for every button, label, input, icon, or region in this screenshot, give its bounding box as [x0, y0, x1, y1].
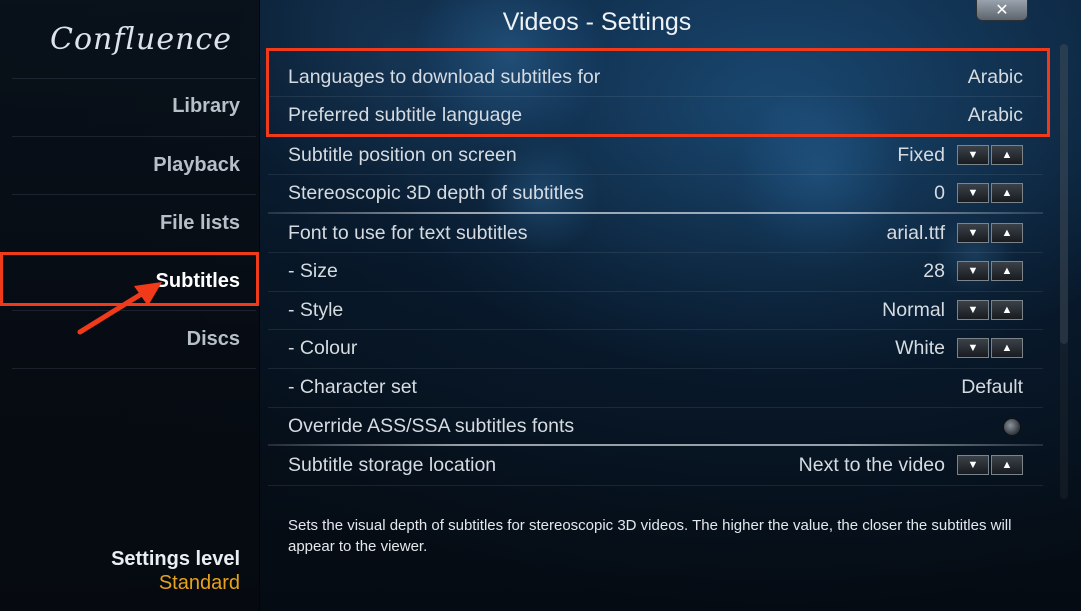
spinner-down-button[interactable]: ▼ [957, 145, 989, 165]
value-spinner: ▼ ▲ [957, 300, 1023, 320]
setting-row-character-set[interactable]: - Character set Default [268, 368, 1043, 406]
setting-label: Stereoscopic 3D depth of subtitles [288, 182, 584, 204]
sidebar-item-playback[interactable]: Playback [153, 154, 240, 177]
spinner-up-button[interactable]: ▲ [991, 300, 1023, 320]
setting-row-subtitle-font[interactable]: Font to use for text subtitles arial.ttf… [268, 214, 1043, 252]
setting-value: Normal [882, 299, 945, 321]
setting-value: Next to the video [798, 454, 945, 476]
radio-toggle[interactable] [1003, 418, 1021, 436]
setting-label: Font to use for text subtitles [288, 222, 528, 244]
sidebar-divider [12, 78, 256, 79]
value-spinner: ▼ ▲ [957, 338, 1023, 358]
spinner-up-button[interactable]: ▲ [991, 223, 1023, 243]
spinner-down-button[interactable]: ▼ [957, 183, 989, 203]
setting-value: 0 [934, 182, 945, 204]
spinner-up-button[interactable]: ▲ [991, 261, 1023, 281]
page-title: Videos - Settings [502, 8, 692, 36]
setting-value: White [895, 337, 945, 359]
setting-label: - Size [288, 260, 338, 282]
setting-row-font-style[interactable]: - Style Normal ▼ ▲ [268, 291, 1043, 329]
scrollbar-thumb[interactable] [1060, 44, 1068, 344]
settings-level-value[interactable]: Standard [159, 572, 240, 595]
setting-description: Sets the visual depth of subtitles for s… [288, 517, 1012, 555]
setting-row-storage-location[interactable]: Subtitle storage location Next to the vi… [268, 446, 1043, 484]
setting-label: Subtitle position on screen [288, 144, 517, 166]
spinner-up-button[interactable]: ▲ [991, 455, 1023, 475]
annotation-box-languages [266, 48, 1050, 137]
sidebar-item-file-lists[interactable]: File lists [160, 212, 240, 235]
setting-value: 28 [923, 260, 945, 282]
value-spinner: ▼ ▲ [957, 183, 1023, 203]
setting-value: Fixed [897, 144, 945, 166]
confluence-logo: Confluence [50, 22, 232, 57]
spinner-down-button[interactable]: ▼ [957, 338, 989, 358]
close-icon: ✕ [995, 0, 1009, 19]
setting-label: - Style [288, 299, 344, 321]
setting-row-font-colour[interactable]: - Colour White ▼ ▲ [268, 329, 1043, 367]
sidebar-divider [12, 194, 256, 195]
setting-label: - Character set [288, 376, 417, 398]
annotation-arrow [77, 282, 162, 335]
value-spinner: ▼ ▲ [957, 223, 1023, 243]
value-spinner: ▼ ▲ [957, 455, 1023, 475]
value-spinner: ▼ ▲ [957, 145, 1023, 165]
setting-row-override-ass-fonts[interactable]: Override ASS/SSA subtitles fonts [268, 407, 1043, 445]
spinner-down-button[interactable]: ▼ [957, 261, 989, 281]
setting-row-stereoscopic-depth[interactable]: Stereoscopic 3D depth of subtitles 0 ▼ ▲ [268, 174, 1043, 212]
kodi-settings-screen: Confluence Library Playback File lists S… [0, 0, 1081, 611]
settings-level-label[interactable]: Settings level [111, 548, 240, 571]
setting-row-subtitle-position[interactable]: Subtitle position on screen Fixed ▼ ▲ [268, 136, 1043, 174]
spinner-down-button[interactable]: ▼ [957, 223, 989, 243]
spinner-down-button[interactable]: ▼ [957, 455, 989, 475]
sidebar-item-discs[interactable]: Discs [187, 328, 240, 351]
spinner-up-button[interactable]: ▲ [991, 145, 1023, 165]
setting-label: Subtitle storage location [288, 454, 497, 476]
scrollbar[interactable] [1060, 44, 1068, 499]
spinner-down-button[interactable]: ▼ [957, 300, 989, 320]
setting-value: Default [961, 376, 1023, 398]
sidebar-item-library[interactable]: Library [172, 95, 240, 118]
setting-label: Override ASS/SSA subtitles fonts [288, 415, 575, 437]
setting-row-font-size[interactable]: - Size 28 ▼ ▲ [268, 252, 1043, 290]
sidebar-divider [12, 136, 256, 137]
spinner-up-button[interactable]: ▲ [991, 183, 1023, 203]
sidebar-divider [12, 368, 256, 369]
setting-label: - Colour [288, 337, 358, 359]
setting-value: arial.ttf [886, 222, 945, 244]
close-button[interactable]: ✕ [976, 0, 1028, 21]
value-spinner: ▼ ▲ [957, 261, 1023, 281]
spinner-up-button[interactable]: ▲ [991, 338, 1023, 358]
row-divider [268, 485, 1043, 486]
